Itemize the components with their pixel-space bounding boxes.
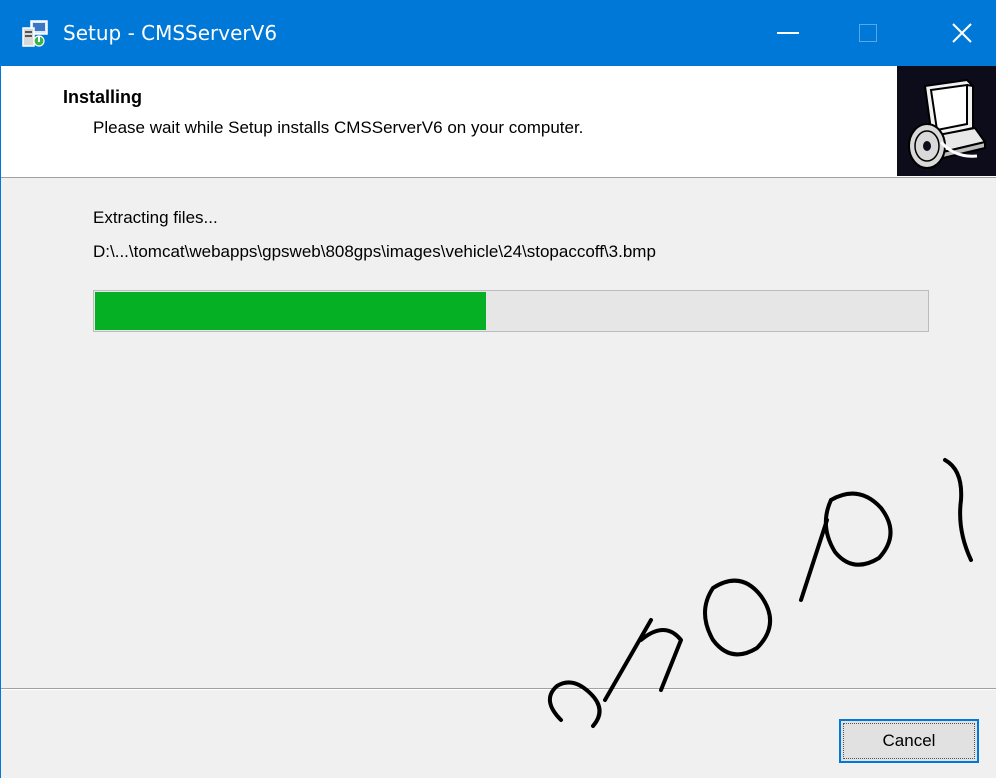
page-title: Installing [63, 87, 143, 107]
status-text: Extracting files... [93, 208, 218, 227]
progress-bar [93, 290, 929, 332]
cancel-button-label: Cancel [843, 723, 975, 759]
header-image [897, 66, 996, 176]
setup-app-icon [22, 20, 48, 47]
minimize-button[interactable] [753, 0, 823, 66]
footer-divider [1, 688, 996, 690]
maximize-button [833, 0, 903, 66]
close-icon [952, 23, 972, 43]
current-file-path: D:\...\tomcat\webapps\gpsweb\808gps\imag… [93, 242, 656, 261]
page-subtitle: Please wait while Setup installs CMSServ… [93, 118, 584, 137]
title-bar[interactable]: Setup - CMSServerV6 [1, 0, 996, 66]
setup-window: Setup - CMSServerV6 Installing Please wa… [0, 0, 996, 778]
progress-fill [95, 292, 486, 330]
maximize-icon [859, 24, 877, 42]
wizard-header: Installing Please wait while Setup insta… [1, 66, 996, 178]
computer-install-icon [897, 66, 996, 176]
window-title: Setup - CMSServerV6 [63, 21, 278, 45]
cancel-button[interactable]: Cancel [839, 719, 979, 763]
minimize-icon [777, 32, 799, 34]
close-button[interactable] [927, 0, 996, 66]
